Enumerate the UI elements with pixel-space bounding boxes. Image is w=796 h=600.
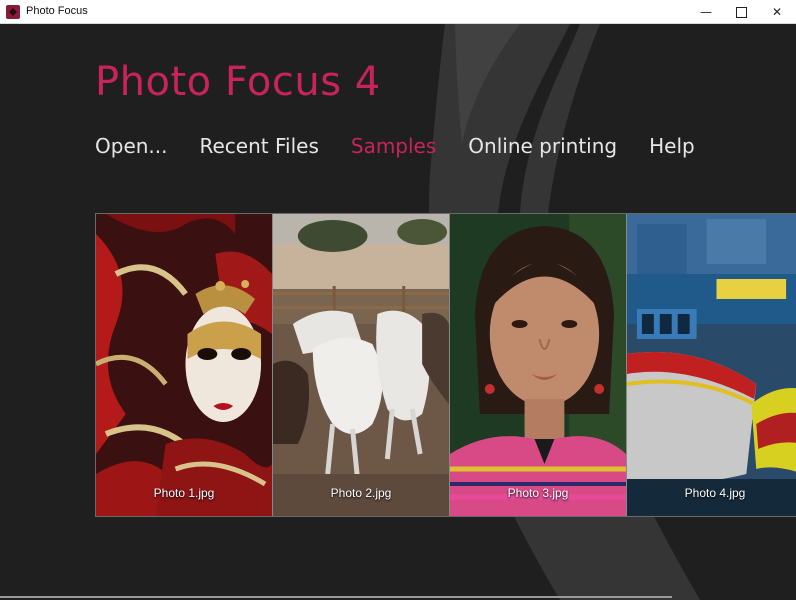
minimize-button[interactable]: —: [688, 0, 724, 24]
photo-caption-1: Photo 1.jpg: [153, 486, 215, 500]
main-nav: Open... Recent Files Samples Online prin…: [95, 134, 727, 158]
maximize-icon: [735, 6, 747, 18]
portrait-photo-image: [450, 214, 626, 516]
nav-help[interactable]: Help: [649, 134, 695, 158]
photo-thumbnail-4[interactable]: Photo 4.jpg: [627, 214, 796, 516]
app-heading: Photo Focus 4: [95, 59, 381, 105]
photo-caption-2: Photo 2.jpg: [330, 486, 392, 500]
title-bar: Photo Focus — ✕: [0, 0, 796, 24]
nav-online-printing[interactable]: Online printing: [468, 134, 617, 158]
photo-thumbnail-2[interactable]: Photo 2.jpg: [273, 214, 450, 516]
window-title: Photo Focus: [26, 5, 88, 17]
nav-recent-files[interactable]: Recent Files: [200, 134, 319, 158]
photo-thumbnail-3[interactable]: Photo 3.jpg: [450, 214, 627, 516]
photo-caption-4: Photo 4.jpg: [684, 486, 746, 500]
close-icon: ✕: [771, 5, 783, 19]
photo-caption-3: Photo 3.jpg: [507, 486, 569, 500]
start-screen: Photo Focus 4 Open... Recent Files Sampl…: [0, 24, 796, 600]
nav-samples[interactable]: Samples: [351, 134, 436, 158]
mask-photo-image: [96, 214, 272, 516]
horses-photo-image: [273, 214, 449, 516]
minimize-icon: —: [700, 5, 712, 19]
app-logo-icon: [6, 5, 20, 19]
sample-gallery: Photo 1.jpg Photo 2.jpg Photo 3.jpg Phot…: [95, 213, 796, 517]
nav-open[interactable]: Open...: [95, 134, 168, 158]
maximize-button[interactable]: [723, 0, 759, 24]
close-button[interactable]: ✕: [759, 0, 795, 24]
bottom-scroll-indicator: [0, 596, 672, 598]
boats-photo-image: [627, 214, 796, 516]
photo-thumbnail-1[interactable]: Photo 1.jpg: [96, 214, 273, 516]
